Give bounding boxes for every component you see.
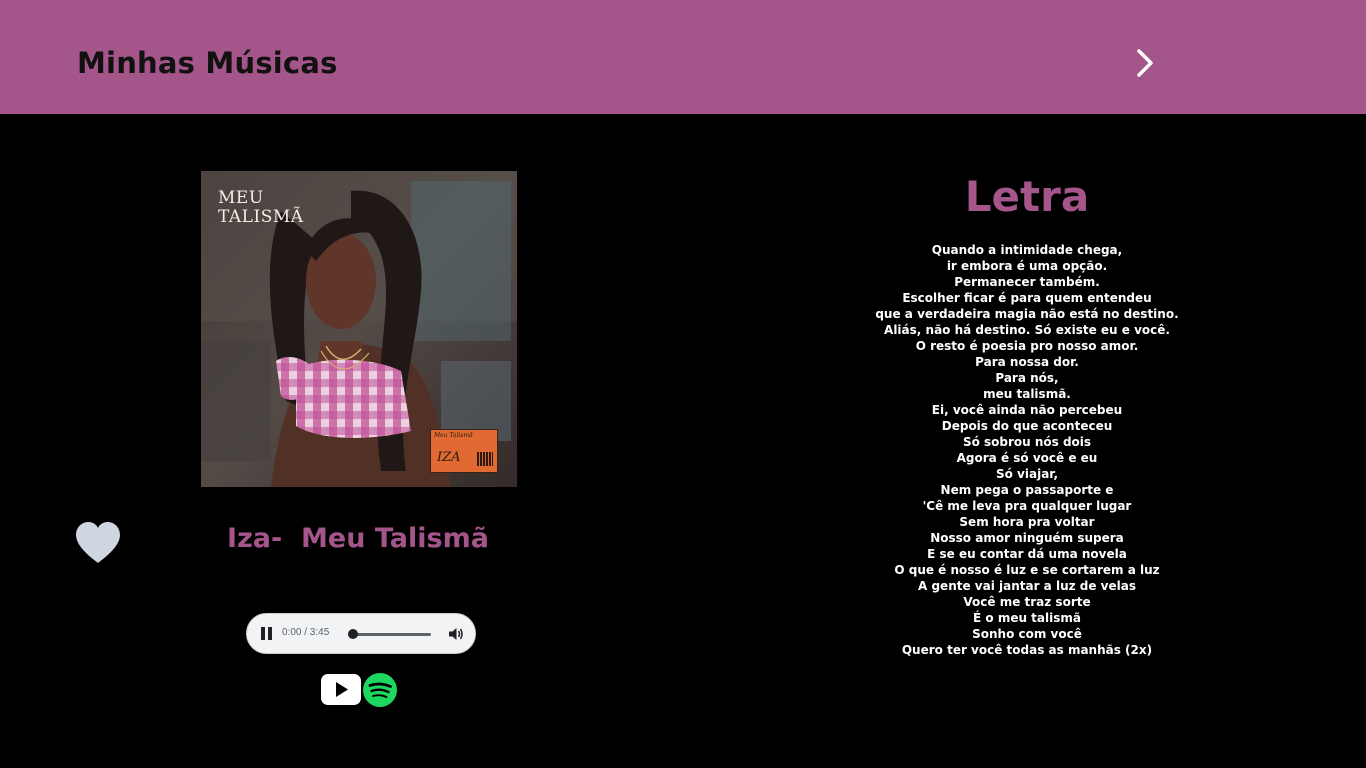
album-cover-title: MEU TALISMÃ: [218, 188, 304, 227]
lyrics-line: Ei, você ainda não percebeu: [931, 403, 1123, 417]
header-bar: Minhas Músicas: [0, 0, 1366, 114]
lyrics-line: Escolher ficar é para quem entendeu: [902, 291, 1152, 305]
youtube-link[interactable]: [321, 674, 361, 705]
lyrics-line: Nem pega o passaporte e: [940, 483, 1114, 497]
volume-button[interactable]: [448, 626, 464, 642]
lyrics-heading: Letra: [964, 172, 1090, 221]
lyrics-line: Aliás, não há destino. Só existe eu e vo…: [884, 323, 1170, 337]
barcode-icon: [477, 452, 493, 466]
lyrics-line: O que é nosso é luz e se cortarem a luz: [894, 563, 1160, 577]
seek-bar[interactable]: [348, 629, 431, 639]
lyrics-line: Quando a intimidade chega,: [931, 243, 1123, 257]
seek-thumb[interactable]: [348, 629, 358, 639]
chevron-right-icon: [1137, 49, 1153, 77]
spotify-icon: [363, 673, 397, 707]
song-title: Iza- Meu Talismã: [227, 523, 489, 554]
playback-time: 0:00 / 3:45: [282, 627, 330, 638]
lyrics-line: Depois do que aconteceu: [941, 419, 1113, 433]
lyrics-line: meu talismã.: [983, 387, 1071, 401]
sticker-title: Meu Talismã: [434, 432, 473, 439]
lyrics-line: A gente vai jantar a luz de velas: [918, 579, 1136, 593]
lyrics-line: 'Cê me leva pra qualquer lugar: [922, 499, 1132, 513]
spotify-link[interactable]: [363, 673, 397, 707]
lyrics-line: Quero ter você todas as manhãs (2x): [901, 643, 1153, 657]
lyrics-line: ir embora é uma opção.: [946, 259, 1108, 273]
lyrics-line: Sonho com você: [972, 627, 1082, 641]
lyrics-line: Agora é só você e eu: [956, 451, 1098, 465]
next-button[interactable]: [1128, 44, 1162, 82]
lyrics-line: Só viajar,: [995, 467, 1059, 481]
lyrics-line: Nosso amor ninguém supera: [930, 531, 1124, 545]
lyrics-line: É o meu talismã: [973, 611, 1081, 625]
lyrics-line: Só sobrou nós dois: [962, 435, 1092, 449]
lyrics-line: O resto é poesia pro nosso amor.: [915, 339, 1139, 353]
lyrics-line: Permanecer também.: [954, 275, 1100, 289]
youtube-icon: [321, 674, 361, 705]
lyrics-line: Você me traz sorte: [963, 595, 1091, 609]
lyrics-line: E se eu contar dá uma novela: [927, 547, 1127, 561]
album-sticker: Meu Talismã IZA: [430, 429, 498, 473]
lyrics-line: que a verdadeira magia não está no desti…: [875, 307, 1179, 321]
audio-player: 0:00 / 3:45: [246, 613, 476, 654]
lyrics-text: Quando a intimidade chega, ir embora é um…: [827, 242, 1227, 658]
page-title: Minhas Músicas: [77, 46, 338, 80]
volume-icon: [449, 628, 463, 640]
sticker-artist: IZA: [437, 450, 461, 465]
lyrics-line: Para nós,: [995, 371, 1059, 385]
pause-icon: [261, 627, 265, 640]
lyrics-line: Sem hora pra voltar: [959, 515, 1095, 529]
pause-button[interactable]: [261, 627, 273, 641]
lyrics-line: Para nossa dor.: [975, 355, 1079, 369]
album-cover: MEU TALISMÃ Meu Talismã IZA: [201, 171, 517, 487]
favorite-button[interactable]: [74, 521, 122, 565]
heart-icon: [76, 522, 120, 563]
